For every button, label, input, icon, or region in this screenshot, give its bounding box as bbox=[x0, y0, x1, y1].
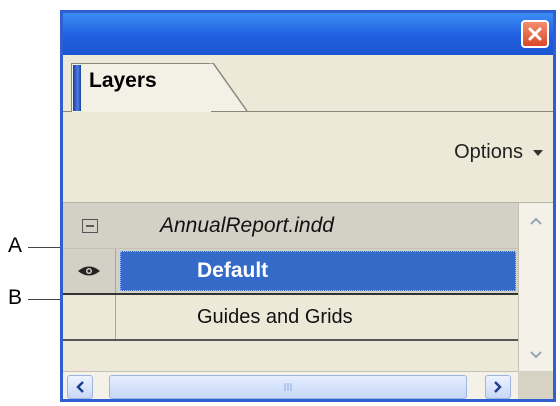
visibility-toggle[interactable] bbox=[63, 249, 116, 293]
grip-icon bbox=[284, 383, 292, 391]
callout-b-label: B bbox=[8, 286, 23, 309]
layer-name: Guides and Grids bbox=[197, 305, 353, 328]
options-bar: Options bbox=[63, 113, 553, 203]
layers-panel: Layers Options AnnualReport.indd Default… bbox=[60, 10, 556, 402]
vertical-scrollbar[interactable] bbox=[518, 203, 553, 373]
layer-list: AnnualReport.indd Default Guides and Gri… bbox=[63, 203, 518, 341]
tab-strip: Layers bbox=[63, 55, 553, 113]
document-row[interactable]: AnnualReport.indd bbox=[63, 203, 518, 249]
minus-box-icon bbox=[81, 218, 98, 233]
tab-layers-label: Layers bbox=[89, 69, 157, 92]
close-icon bbox=[528, 27, 542, 41]
panel-title-bar[interactable] bbox=[63, 13, 553, 55]
chevron-down-icon bbox=[529, 351, 542, 359]
chevron-right-icon bbox=[494, 381, 502, 393]
callout-a-label: A bbox=[8, 234, 23, 257]
scroll-up-button[interactable] bbox=[522, 209, 549, 233]
layer-name: Default bbox=[197, 259, 269, 282]
close-button[interactable] bbox=[521, 20, 549, 48]
scroll-right-button[interactable] bbox=[485, 375, 511, 399]
collapse-toggle[interactable] bbox=[63, 203, 116, 248]
resize-corner[interactable] bbox=[518, 371, 553, 399]
chevron-up-icon bbox=[529, 217, 542, 225]
layer-selection-highlight bbox=[120, 251, 516, 291]
scroll-left-button[interactable] bbox=[67, 375, 93, 399]
visibility-toggle[interactable] bbox=[63, 295, 116, 339]
layer-row[interactable]: Default bbox=[63, 249, 518, 295]
chevron-down-icon bbox=[533, 149, 543, 156]
eye-icon bbox=[78, 266, 100, 276]
document-name: AnnualReport.indd bbox=[160, 213, 334, 237]
tab-slant-edge bbox=[209, 63, 248, 112]
options-menu-button[interactable]: Options bbox=[454, 141, 543, 164]
chevron-left-icon bbox=[76, 381, 84, 393]
layer-row[interactable]: Guides and Grids bbox=[63, 295, 518, 341]
tab-active-marker bbox=[73, 65, 81, 111]
scroll-down-button[interactable] bbox=[522, 343, 549, 367]
horizontal-scrollbar[interactable] bbox=[63, 371, 518, 399]
horizontal-scroll-thumb[interactable] bbox=[109, 375, 467, 399]
options-menu-label: Options bbox=[454, 141, 523, 163]
